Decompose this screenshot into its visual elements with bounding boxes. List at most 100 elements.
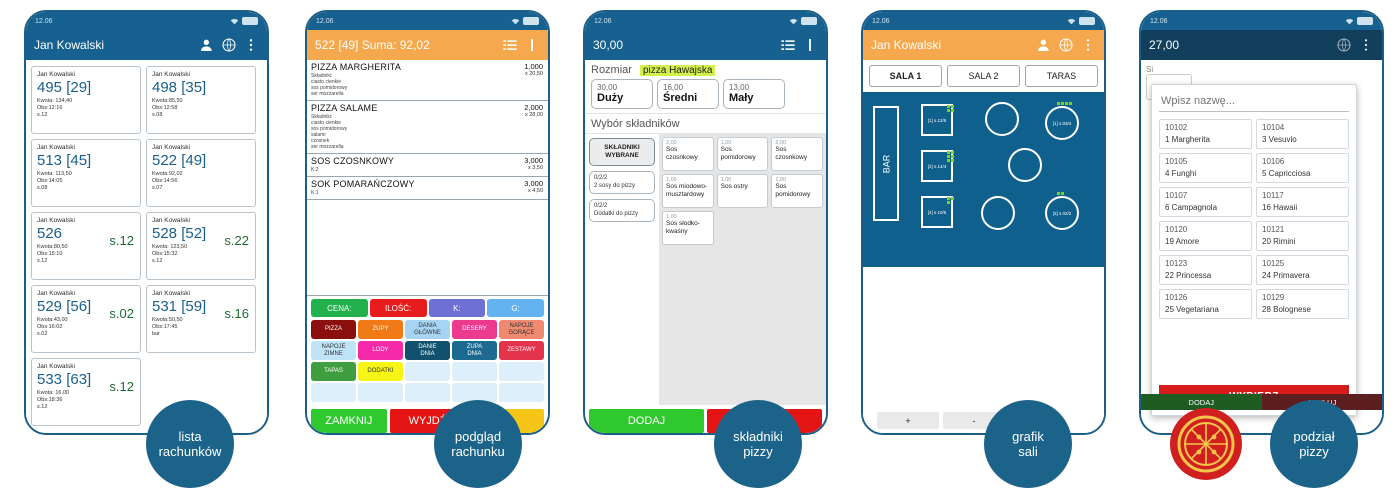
globe-icon[interactable] xyxy=(1058,37,1074,53)
action-button[interactable]: ZAMKNIJ xyxy=(311,409,387,433)
bill-seat: s.22 xyxy=(224,233,249,248)
bill-card[interactable]: Jan Kowalski 513 [45] Kwota: 113,50 Obs:14:… xyxy=(31,139,141,207)
table-element[interactable] xyxy=(981,196,1015,230)
hall-tab[interactable]: TARAS xyxy=(1025,65,1098,87)
badge-line1: składniki xyxy=(733,429,783,444)
globe-icon[interactable] xyxy=(221,37,237,53)
size-name: Mały xyxy=(729,92,754,104)
selected-group[interactable]: 0/2/2 Dodatki do pizzy xyxy=(589,199,655,222)
pizza-option[interactable]: 10123 22 Princessa xyxy=(1159,255,1252,285)
pizza-name: 6 Campagnola xyxy=(1165,203,1218,212)
receipt-line[interactable]: SOS CZOSNKOWY K:2 3,000 x 3,50 xyxy=(307,154,548,177)
category-button[interactable]: DANIE DNIA xyxy=(405,341,450,360)
ingredient-tile[interactable]: 1,00 Sos pomidorowy xyxy=(771,174,823,208)
overflow-menu-icon[interactable] xyxy=(524,37,540,53)
category-button[interactable]: TAPAS xyxy=(311,362,356,381)
pizza-option[interactable]: 10126 25 Vegetariana xyxy=(1159,289,1252,319)
globe-icon[interactable] xyxy=(1336,37,1352,53)
receipt-line[interactable]: PIZZA SALAME Składniki: ciasto cienkie sos … xyxy=(307,101,548,154)
pizza-option[interactable]: 10129 28 Bolognese xyxy=(1256,289,1349,319)
pizza-option[interactable]: 10105 4 Funghi xyxy=(1159,153,1252,183)
size-option[interactable]: 30,00 Duży xyxy=(591,79,653,109)
bill-card[interactable]: Jan Kowalski 529 [56] Kwota:43,00 Obs:16:02… xyxy=(31,285,141,353)
category-button[interactable]: ZESTAWY xyxy=(499,341,544,360)
receipt-blank-area xyxy=(307,200,548,296)
overflow-menu-icon[interactable] xyxy=(1080,37,1096,53)
action-button[interactable]: DODAJ xyxy=(589,409,704,433)
person-icon[interactable] xyxy=(199,37,215,53)
pizza-name: 3 Vesuvio xyxy=(1262,135,1297,144)
badge-podglad-rachunku: podgląd rachunku xyxy=(434,400,522,488)
category-button[interactable]: ZUPA DNIA xyxy=(452,341,497,360)
size-option[interactable]: 13,00 Mały xyxy=(723,79,785,109)
category-slot-empty[interactable] xyxy=(311,383,356,402)
pizza-option[interactable]: 10121 20 Rimini xyxy=(1256,221,1349,251)
pizza-option[interactable]: 10120 19 Amore xyxy=(1159,221,1252,251)
category-button[interactable]: DANIA GŁÓWNE xyxy=(405,320,450,339)
bill-card[interactable]: Jan Kowalski 522 [49] Kwota:92,02 Obs:14:56… xyxy=(146,139,256,207)
receipt-line[interactable]: PIZZA MARGHERITA Składniki: ciasto cienkie… xyxy=(307,60,548,101)
pizza-option[interactable]: 10106 5 Capricciosa xyxy=(1256,153,1349,183)
table-element[interactable] xyxy=(985,102,1019,136)
pizza-option[interactable]: 10107 6 Campagnola xyxy=(1159,187,1252,217)
ingredient-tile[interactable]: 1,00 Sos miodowo-musztardowy xyxy=(662,174,714,208)
field-button[interactable]: K: xyxy=(428,299,486,317)
hall-tab[interactable]: SALA 2 xyxy=(947,65,1020,87)
field-button[interactable]: CENA: xyxy=(311,299,368,317)
table-element[interactable]: [1] s.03/4 xyxy=(1045,106,1079,140)
hall-tab[interactable]: SALA 1 xyxy=(869,65,942,87)
category-button[interactable]: ZUPY xyxy=(358,320,403,339)
field-button[interactable]: G: xyxy=(487,299,544,317)
selected-group[interactable]: 0/2/2 2 sosy do pizzy xyxy=(589,171,655,194)
pizza-name: 28 Bolognese xyxy=(1262,305,1311,314)
ingredient-tile[interactable]: 2,00 Sos czosnkowy xyxy=(662,137,714,171)
category-slot-empty[interactable] xyxy=(358,383,403,402)
size-option[interactable]: 16,00 Średni xyxy=(657,79,719,109)
stepper-button[interactable]: + xyxy=(877,412,939,429)
field-button[interactable]: ILOŚĆ: xyxy=(369,299,427,317)
category-button[interactable]: DODATKI xyxy=(358,362,403,381)
overflow-menu-icon[interactable] xyxy=(802,37,818,53)
battery-icon xyxy=(801,17,817,25)
category-slot-empty[interactable] xyxy=(452,362,497,381)
bill-owner: Jan Kowalski xyxy=(152,290,190,297)
choose-header-row: Wybór składników xyxy=(585,113,826,133)
receipt-line[interactable]: SOK POMARAŃCZOWY K:1 3,000 x 4,50 xyxy=(307,177,548,200)
pizza-search-input[interactable] xyxy=(1159,93,1349,112)
ingredient-tile[interactable]: 2,00 Sos czosnkowy xyxy=(771,137,823,171)
bill-card[interactable]: Jan Kowalski 526 Kwota:80,50 Obs:15:10 s.12 s… xyxy=(31,212,141,280)
category-button[interactable]: DESERY xyxy=(452,320,497,339)
list-icon[interactable] xyxy=(502,37,518,53)
category-slot-empty[interactable] xyxy=(499,362,544,381)
bill-card[interactable]: Jan Kowalski 498 [35] Kwota:85,50 Obs:12:58… xyxy=(146,66,256,134)
overflow-menu-icon[interactable] xyxy=(1358,37,1374,53)
pizza-option[interactable]: 10117 16 Hawaii xyxy=(1256,187,1349,217)
bill-card[interactable]: Jan Kowalski 495 [29] Kwota: 134,40 Obs:12:… xyxy=(31,66,141,134)
bill-card[interactable]: Jan Kowalski 531 [59] Kwota:50,50 Obs:17:45… xyxy=(146,285,256,353)
selected-ingredients-button[interactable]: SKŁADNIKI WYBRANE xyxy=(589,138,655,166)
table-element[interactable]: [3] s.02/2 xyxy=(1045,196,1079,230)
pizza-name: 1 Margherita xyxy=(1165,135,1210,144)
selected-column: SKŁADNIKI WYBRANE 0/2/2 2 sosy do pizzy 0/… xyxy=(585,134,659,405)
ingredient-tile[interactable]: 1,00 Sos słodko-kwaśny xyxy=(662,211,714,245)
battery-icon xyxy=(242,17,258,25)
ingredient-tile[interactable]: 1,00 Sos ostry xyxy=(716,174,769,208)
bill-card[interactable]: Jan Kowalski 533 [63] Kwota: 16,00 Obs:18:3… xyxy=(31,358,141,426)
category-slot-empty[interactable] xyxy=(499,383,544,402)
category-button[interactable]: NAPOJE ZIMNE xyxy=(311,341,356,360)
pizza-option[interactable]: 10102 1 Margherita xyxy=(1159,119,1252,149)
overflow-menu-icon[interactable] xyxy=(243,37,259,53)
person-icon[interactable] xyxy=(1036,37,1052,53)
ingredient-tile[interactable]: 1,00 Sos pomidorowy xyxy=(716,137,769,171)
category-slot-empty[interactable] xyxy=(405,362,450,381)
ingredient-tiles: 2,00 Sos czosnkowy 1,00 Sos pomidorowy 2,00 S… xyxy=(662,137,823,245)
bill-card[interactable]: Jan Kowalski 528 [52] Kwota: 123,50 Obs:15:… xyxy=(146,212,256,280)
table-element[interactable] xyxy=(1008,148,1042,182)
list-icon[interactable] xyxy=(780,37,796,53)
category-button[interactable]: LODY xyxy=(358,341,403,360)
pizza-option[interactable]: 10125 24 Primavera xyxy=(1256,255,1349,285)
pizza-option[interactable]: 10104 3 Vesuvio xyxy=(1256,119,1349,149)
category-button[interactable]: NAPOJE GORĄCE xyxy=(499,320,544,339)
category-button[interactable]: PIZZA xyxy=(311,320,356,339)
category-slot-empty[interactable] xyxy=(405,383,450,402)
